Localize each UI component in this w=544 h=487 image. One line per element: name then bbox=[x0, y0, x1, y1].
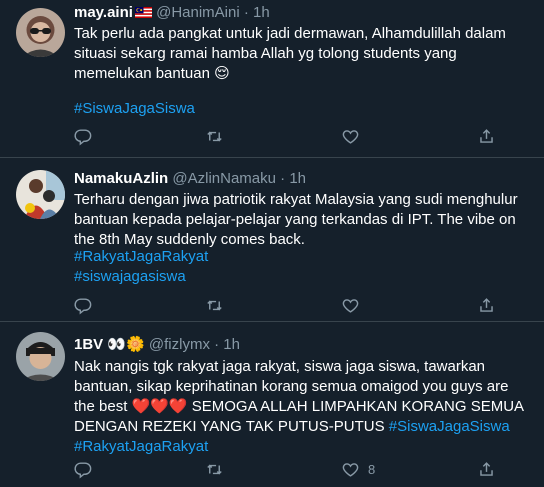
tweet-hashtags: #RakyatJagaRakyat #siswajagasiswa bbox=[74, 247, 534, 287]
tweet-text: Tak perlu ada pangkat untuk jadi dermawa… bbox=[74, 24, 534, 84]
like-button[interactable]: 8 bbox=[341, 459, 375, 479]
tweet-body-line: bantuan, sikap keprihatinan korang semua… bbox=[74, 378, 509, 395]
reply-icon bbox=[74, 461, 92, 478]
display-name[interactable]: 1BV bbox=[74, 336, 103, 353]
like-button[interactable] bbox=[341, 126, 368, 146]
like-button[interactable] bbox=[341, 295, 368, 315]
timestamp[interactable]: 1h bbox=[289, 170, 306, 187]
tweet-actions bbox=[74, 126, 504, 146]
tweet-header: 1BV 👀🌼 @fizlymx · 1h bbox=[74, 335, 240, 354]
share-icon bbox=[480, 128, 493, 143]
retweet-button[interactable] bbox=[205, 459, 224, 479]
tweet-actions: 8 bbox=[74, 459, 504, 479]
timestamp[interactable]: 1h bbox=[223, 336, 240, 353]
avatar[interactable] bbox=[16, 170, 65, 219]
display-name[interactable]: NamakuAzlin bbox=[74, 170, 168, 187]
reply-button[interactable] bbox=[74, 295, 93, 315]
emoji: 😌 bbox=[214, 65, 230, 82]
hashtag-link[interactable]: #siswajagasiswa bbox=[74, 267, 534, 287]
tweet-body: Tak perlu ada pangkat untuk jadi dermawa… bbox=[74, 25, 506, 82]
retweet-icon bbox=[207, 300, 222, 310]
tweet-hashtags: #SiswaJagaSiswa bbox=[74, 99, 534, 119]
like-icon bbox=[342, 462, 359, 477]
like-count: 8 bbox=[368, 461, 376, 477]
tweet[interactable]: 1BV 👀🌼 @fizlymx · 1h Nak nangis tgk raky… bbox=[0, 322, 544, 487]
hashtag-link[interactable]: #RakyatJagaRakyat bbox=[74, 437, 544, 457]
share-button[interactable] bbox=[477, 126, 496, 146]
hashtag-link[interactable]: #RakyatJagaRakyat bbox=[74, 247, 534, 267]
retweet-icon bbox=[207, 464, 222, 474]
like-icon bbox=[342, 298, 359, 313]
tweet-body-line: the best ❤️❤️❤️ SEMOGA ALLAH LIMPAHKAN K… bbox=[74, 397, 544, 417]
retweet-button[interactable] bbox=[205, 126, 224, 146]
tweet-body-segment: SEMOGA ALLAH LIMPAHKAN KORANG SEMUA bbox=[187, 398, 525, 415]
malaysia-flag-icon bbox=[134, 4, 152, 18]
tweet-body-line: Nak nangis tgk rakyat jaga rakyat, siswa… bbox=[74, 358, 486, 375]
share-button[interactable] bbox=[477, 459, 496, 479]
retweet-button[interactable] bbox=[205, 295, 224, 315]
tweet-actions bbox=[74, 295, 504, 315]
tweet-header: may.aini @HanimAini · 1h bbox=[74, 3, 270, 22]
reply-button[interactable] bbox=[74, 459, 93, 479]
tweet-text: Nak nangis tgk rakyat jaga rakyat, siswa… bbox=[74, 357, 544, 457]
handle[interactable]: @fizlymx bbox=[149, 336, 210, 353]
tweet-text: Terharu dengan jiwa patriotik rakyat Mal… bbox=[74, 190, 534, 250]
timestamp[interactable]: 1h bbox=[253, 4, 270, 21]
avatar[interactable] bbox=[16, 8, 65, 57]
share-icon bbox=[480, 461, 493, 476]
hashtag-link[interactable]: #SiswaJagaSiswa bbox=[389, 418, 510, 435]
display-name[interactable]: may.aini bbox=[74, 4, 133, 21]
handle[interactable]: @HanimAini bbox=[156, 4, 240, 21]
tweet-body-segment: DENGAN REZEKI YANG TAK PUTUS-PUTUS bbox=[74, 418, 389, 435]
tweet[interactable]: may.aini @HanimAini · 1h Tak perlu ada p… bbox=[0, 0, 544, 158]
like-icon bbox=[342, 129, 359, 144]
timeline-feed: may.aini @HanimAini · 1h Tak perlu ada p… bbox=[0, 0, 544, 487]
tweet-header: NamakuAzlin @AzlinNamaku · 1h bbox=[74, 169, 306, 188]
reply-button[interactable] bbox=[74, 126, 93, 146]
tweet-body: Terharu dengan jiwa patriotik rakyat Mal… bbox=[74, 191, 518, 248]
tweet-body-segment: the best bbox=[74, 398, 128, 415]
separator-dot: · bbox=[243, 4, 249, 21]
share-button[interactable] bbox=[477, 295, 496, 315]
hashtag-link[interactable]: #SiswaJagaSiswa bbox=[74, 100, 195, 117]
tweet-body-line: DENGAN REZEKI YANG TAK PUTUS-PUTUS #Sisw… bbox=[74, 417, 544, 437]
separator-dot: · bbox=[214, 336, 220, 353]
separator-dot: · bbox=[280, 170, 286, 187]
share-icon bbox=[480, 297, 493, 312]
tweet[interactable]: NamakuAzlin @AzlinNamaku · 1h Terharu de… bbox=[0, 158, 544, 322]
hearts-emoji: ❤️❤️❤️ bbox=[131, 398, 188, 415]
reply-icon bbox=[74, 297, 92, 314]
name-emoji: 👀🌼 bbox=[107, 336, 145, 353]
avatar[interactable] bbox=[16, 332, 65, 381]
retweet-icon bbox=[207, 131, 222, 141]
reply-icon bbox=[74, 128, 92, 145]
handle[interactable]: @AzlinNamaku bbox=[172, 170, 276, 187]
